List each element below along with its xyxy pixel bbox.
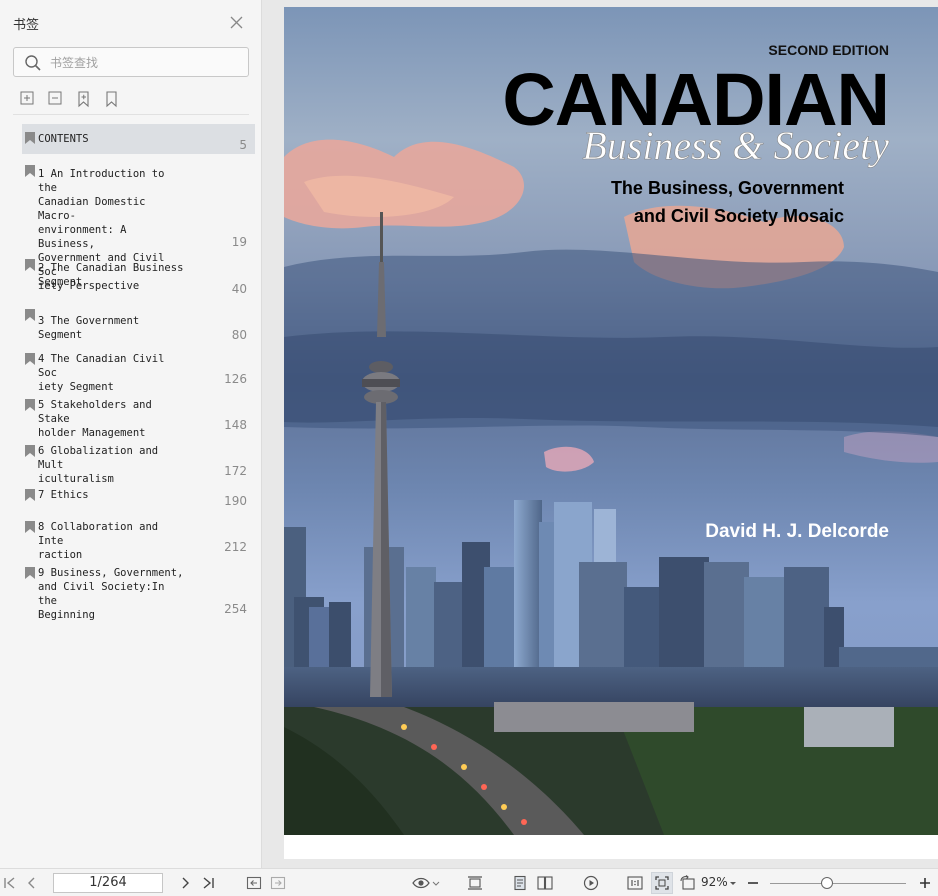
bookmark-page: 19 bbox=[231, 235, 247, 249]
bookmark-toolbar bbox=[13, 90, 249, 110]
bookmark-page: 212 bbox=[224, 540, 247, 554]
bookmark-item[interactable]: 5 Stakeholders and Stake holder Manageme… bbox=[22, 398, 255, 439]
bottom-toolbar: 1/264 92% bbox=[0, 868, 938, 896]
previous-page-icon[interactable] bbox=[24, 875, 40, 891]
zoom-out-icon[interactable] bbox=[745, 875, 761, 891]
bookmark-page: 126 bbox=[224, 372, 247, 386]
eye-protection-icon[interactable] bbox=[412, 875, 440, 891]
bookmark-icon bbox=[25, 567, 35, 579]
bookmark-icon bbox=[25, 489, 35, 501]
zoom-slider[interactable] bbox=[770, 883, 906, 884]
book-cover: SECOND EDITION CANADIAN Business & Socie… bbox=[284, 7, 938, 835]
zoom-level[interactable]: 92% bbox=[701, 875, 728, 889]
bookmark-sidebar: 书签 CONTENTS 5 bbox=[0, 0, 262, 868]
cover-script-title: Business & Society bbox=[582, 123, 889, 168]
bookmark-label: 4 The Canadian Civil Soc iety Segment bbox=[38, 353, 165, 393]
document-page: SECOND EDITION CANADIAN Business & Socie… bbox=[284, 7, 938, 859]
collapse-all-icon[interactable] bbox=[47, 90, 65, 108]
bookmark-item[interactable]: 9 Business, Government, and Civil Societ… bbox=[22, 566, 255, 621]
bookmark-icon bbox=[25, 399, 35, 411]
cover-edition: SECOND EDITION bbox=[768, 42, 889, 58]
bookmark-page: 190 bbox=[224, 494, 247, 508]
bookmark-page: 254 bbox=[224, 602, 247, 616]
toolbar-divider bbox=[13, 114, 249, 115]
cover-subtitle-line2: and Civil Society Mosaic bbox=[634, 206, 844, 226]
page-number-field[interactable]: 1/264 bbox=[53, 873, 163, 893]
bookmark-label: 2 The Canadian Business Segment bbox=[38, 262, 184, 288]
sidebar-title: 书签 bbox=[13, 18, 40, 33]
cover-author: David H. J. Delcorde bbox=[705, 521, 889, 542]
bookmark-label: 7 Ethics bbox=[38, 489, 89, 501]
next-page-icon[interactable] bbox=[177, 875, 193, 891]
play-icon[interactable] bbox=[583, 875, 599, 891]
forward-icon[interactable] bbox=[270, 875, 286, 891]
bookmark-label: 5 Stakeholders and Stake holder Manageme… bbox=[38, 399, 152, 439]
bookmark-icon bbox=[25, 309, 35, 321]
bookmark-page: 40 bbox=[231, 282, 247, 296]
bookmark-icon bbox=[25, 132, 35, 144]
back-icon[interactable] bbox=[246, 875, 262, 891]
bookmark-page: 172 bbox=[224, 464, 247, 478]
bookmark-item[interactable]: 8 Collaboration and Inte raction 212 bbox=[22, 520, 255, 561]
bookmark-icon bbox=[25, 521, 35, 533]
bookmark-label: 3 The Government Segment bbox=[38, 315, 146, 341]
bookmark-icon bbox=[25, 165, 35, 177]
zoom-in-icon[interactable] bbox=[917, 875, 933, 891]
bookmark-page: 80 bbox=[231, 328, 247, 342]
bookmark-item[interactable]: 1 An Introduction to the Canadian Domest… bbox=[22, 164, 255, 292]
bookmark-page: 5 bbox=[239, 138, 247, 152]
last-page-icon[interactable] bbox=[200, 875, 216, 891]
zoom-slider-handle[interactable] bbox=[821, 877, 834, 889]
bookmark-label: CONTENTS bbox=[38, 133, 89, 145]
chevron-down-icon[interactable] bbox=[728, 875, 738, 891]
bookmark-item[interactable]: 3 The Government Segment 80 bbox=[22, 308, 255, 344]
bookmark-label: 6 Globalization and Mult iculturalism bbox=[38, 445, 159, 485]
expand-all-icon[interactable] bbox=[19, 90, 37, 108]
actual-size-icon[interactable] bbox=[627, 875, 643, 891]
cover-subtitle-line1: The Business, Government bbox=[611, 178, 844, 198]
bookmark-search[interactable] bbox=[13, 47, 249, 77]
search-icon bbox=[25, 55, 41, 71]
double-page-icon[interactable] bbox=[537, 875, 553, 891]
bookmark-item[interactable]: 4 The Canadian Civil Soc iety Segment 12… bbox=[22, 352, 255, 393]
bookmark-icon bbox=[25, 353, 35, 365]
bookmark-label: 9 Business, Government, and Civil Societ… bbox=[38, 567, 184, 621]
add-bookmark-icon[interactable] bbox=[75, 90, 93, 108]
search-input[interactable] bbox=[50, 53, 240, 73]
rotate-icon[interactable] bbox=[680, 875, 696, 891]
bookmark-label: 8 Collaboration and Inte raction bbox=[38, 521, 159, 561]
bookmark-item[interactable]: CONTENTS 5 bbox=[22, 124, 255, 154]
bookmark-icon[interactable] bbox=[103, 90, 121, 108]
fit-width-icon[interactable] bbox=[467, 875, 483, 891]
close-icon[interactable] bbox=[230, 16, 243, 29]
bookmark-page: 148 bbox=[224, 418, 247, 432]
fit-page-icon[interactable] bbox=[651, 872, 673, 894]
bookmark-item[interactable]: 2 The Canadian Business Segment 40 bbox=[22, 258, 255, 298]
bookmark-icon bbox=[25, 445, 35, 457]
bookmark-icon bbox=[25, 259, 35, 271]
bookmark-item[interactable]: 6 Globalization and Mult iculturalism 17… bbox=[22, 444, 255, 485]
bookmark-item[interactable]: 7 Ethics 190 bbox=[22, 488, 255, 514]
first-page-icon[interactable] bbox=[2, 875, 18, 891]
single-page-icon[interactable] bbox=[512, 875, 528, 891]
